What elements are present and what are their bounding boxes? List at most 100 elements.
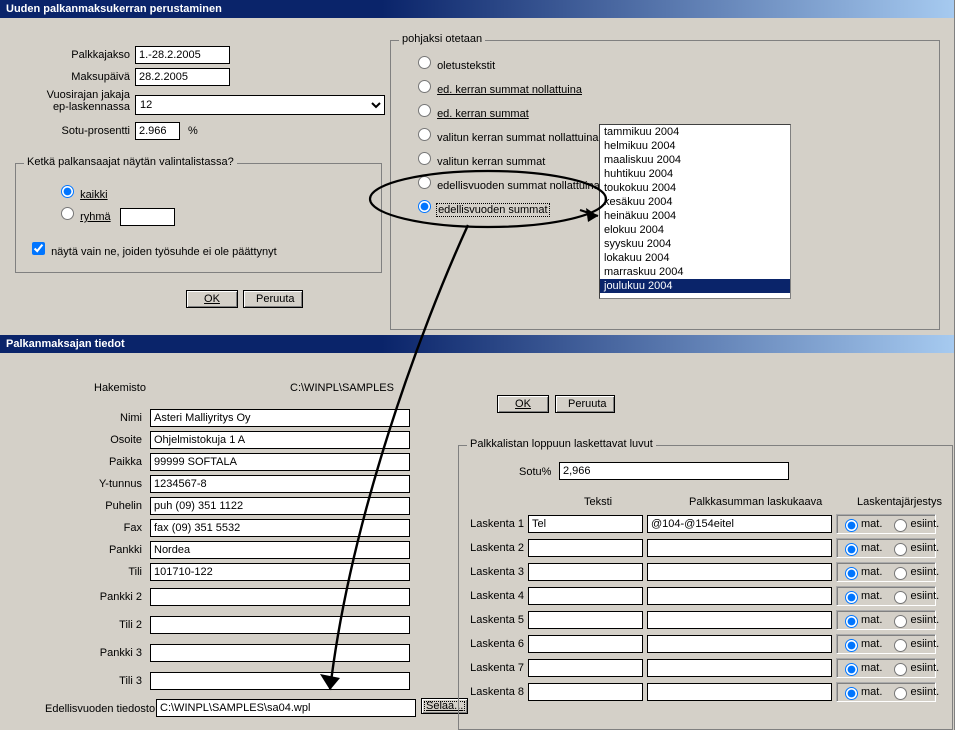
month-item[interactable]: heinäkuu 2004 bbox=[600, 209, 790, 223]
radio-opt0[interactable] bbox=[418, 56, 431, 69]
pohjaksi-title: pohjaksi otetaan bbox=[399, 33, 485, 45]
cancel-button-bottom[interactable]: Peruuta bbox=[555, 395, 615, 413]
kaava-field[interactable] bbox=[647, 683, 832, 701]
tili2-field[interactable] bbox=[150, 616, 410, 634]
label-ytunnus: Y-tunnus bbox=[0, 478, 150, 490]
month-item[interactable]: helmikuu 2004 bbox=[600, 139, 790, 153]
radio-opt6[interactable] bbox=[418, 200, 431, 213]
radio-esiint[interactable] bbox=[894, 663, 907, 676]
osoite-field[interactable] bbox=[150, 431, 410, 449]
palkkalista-title: Palkkalistan loppuun laskettavat luvut bbox=[467, 438, 656, 450]
teksti-field[interactable] bbox=[528, 659, 643, 677]
radio-esiint[interactable] bbox=[894, 639, 907, 652]
radio-mat[interactable] bbox=[845, 687, 858, 700]
radio-opt2[interactable] bbox=[418, 104, 431, 117]
teksti-field[interactable] bbox=[528, 563, 643, 581]
sotu-field[interactable] bbox=[135, 122, 180, 140]
radio-mat[interactable] bbox=[845, 543, 858, 556]
month-item-selected[interactable]: joulukuu 2004 bbox=[600, 279, 790, 293]
cancel-button-top[interactable]: Peruuta bbox=[243, 290, 303, 308]
label-opt4: valitun kerran summat bbox=[437, 156, 545, 168]
radio-mat[interactable] bbox=[845, 519, 858, 532]
laskenta-row: Laskenta 4 mat. esiint. bbox=[469, 586, 936, 606]
tili3-field[interactable] bbox=[150, 672, 410, 690]
radio-esiint[interactable] bbox=[894, 543, 907, 556]
radio-esiint[interactable] bbox=[894, 519, 907, 532]
pankki2-field[interactable] bbox=[150, 588, 410, 606]
pankki-field[interactable] bbox=[150, 541, 410, 559]
paikka-field[interactable] bbox=[150, 453, 410, 471]
palkkajakso-field[interactable] bbox=[135, 46, 230, 64]
label-tili: Tili bbox=[0, 566, 150, 578]
kaava-field[interactable] bbox=[647, 659, 832, 677]
kaava-field[interactable] bbox=[647, 587, 832, 605]
kaava-field[interactable] bbox=[647, 539, 832, 557]
teksti-field[interactable] bbox=[528, 611, 643, 629]
label-opt5: edellisvuoden summat nollattuina bbox=[437, 180, 600, 192]
radio-ryhma[interactable] bbox=[61, 207, 74, 220]
label-opt6: edellisvuoden summat bbox=[437, 204, 548, 216]
radio-mat[interactable] bbox=[845, 639, 858, 652]
ok-button-bottom[interactable]: OK bbox=[497, 395, 549, 413]
month-item[interactable]: tammikuu 2004 bbox=[600, 125, 790, 139]
kaava-field[interactable] bbox=[647, 563, 832, 581]
radio-esiint[interactable] bbox=[894, 687, 907, 700]
top-dialog: Uuden palkanmaksukerran perustaminen Pal… bbox=[0, 0, 955, 335]
label-opt3: valitun kerran summat nollattuina bbox=[437, 132, 598, 144]
check-nayta[interactable] bbox=[32, 242, 45, 255]
radio-esiint[interactable] bbox=[894, 567, 907, 580]
maksupaiva-field[interactable] bbox=[135, 68, 230, 86]
label-pankki3: Pankki 3 bbox=[0, 647, 150, 659]
teksti-field[interactable] bbox=[528, 515, 643, 533]
nimi-field[interactable] bbox=[150, 409, 410, 427]
radio-mat[interactable] bbox=[845, 567, 858, 580]
col-jarj: Laskentajärjestys bbox=[857, 496, 942, 508]
label-nayta: näytä vain ne, joiden työsuhde ei ole pä… bbox=[51, 246, 277, 258]
puhelin-field[interactable] bbox=[150, 497, 410, 515]
tili-field[interactable] bbox=[150, 563, 410, 581]
radio-mat[interactable] bbox=[845, 591, 858, 604]
pankki3-field[interactable] bbox=[150, 644, 410, 662]
label-osoite: Osoite bbox=[0, 434, 150, 446]
month-item[interactable]: lokakuu 2004 bbox=[600, 251, 790, 265]
radio-mat[interactable] bbox=[845, 615, 858, 628]
radio-opt5[interactable] bbox=[418, 176, 431, 189]
teksti-field[interactable] bbox=[528, 635, 643, 653]
month-item[interactable]: kesäkuu 2004 bbox=[600, 195, 790, 209]
radio-esiint[interactable] bbox=[894, 615, 907, 628]
month-listbox[interactable]: tammikuu 2004 helmikuu 2004 maaliskuu 20… bbox=[599, 124, 791, 299]
fax-field[interactable] bbox=[150, 519, 410, 537]
month-item[interactable]: syyskuu 2004 bbox=[600, 237, 790, 251]
ok-button-top[interactable]: OK bbox=[186, 290, 238, 308]
laskenta-row: Laskenta 3 mat. esiint. bbox=[469, 562, 936, 582]
vuosirajan-select[interactable]: 12 bbox=[135, 95, 385, 115]
radio-kaikki[interactable] bbox=[61, 185, 74, 198]
month-item[interactable]: elokuu 2004 bbox=[600, 223, 790, 237]
month-item[interactable]: huhtikuu 2004 bbox=[600, 167, 790, 181]
ytunnus-field[interactable] bbox=[150, 475, 410, 493]
month-item[interactable]: marraskuu 2004 bbox=[600, 265, 790, 279]
radio-esiint[interactable] bbox=[894, 591, 907, 604]
edellisvuoden-field[interactable] bbox=[156, 699, 416, 717]
radio-opt3[interactable] bbox=[418, 128, 431, 141]
label-palkkajakso: Palkkajakso bbox=[35, 49, 130, 61]
row-label: Laskenta 1 bbox=[469, 518, 524, 530]
radio-mat[interactable] bbox=[845, 663, 858, 676]
kaava-field[interactable] bbox=[647, 635, 832, 653]
bottom-titlebar: Palkanmaksajan tiedot bbox=[0, 335, 954, 353]
laskenta-row: Laskenta 2 mat. esiint. bbox=[469, 538, 936, 558]
ketka-title: Ketkä palkansaajat näytän valintalistass… bbox=[24, 156, 237, 168]
sotu-pct-field[interactable] bbox=[559, 462, 789, 480]
label-opt2: ed. kerran summat bbox=[437, 108, 529, 120]
radio-opt4[interactable] bbox=[418, 152, 431, 165]
radio-opt1[interactable] bbox=[418, 80, 431, 93]
kaava-field[interactable] bbox=[647, 515, 832, 533]
label-nimi: Nimi bbox=[0, 412, 150, 424]
ryhma-field[interactable] bbox=[120, 208, 175, 226]
teksti-field[interactable] bbox=[528, 683, 643, 701]
teksti-field[interactable] bbox=[528, 587, 643, 605]
teksti-field[interactable] bbox=[528, 539, 643, 557]
kaava-field[interactable] bbox=[647, 611, 832, 629]
month-item[interactable]: toukokuu 2004 bbox=[600, 181, 790, 195]
month-item[interactable]: maaliskuu 2004 bbox=[600, 153, 790, 167]
